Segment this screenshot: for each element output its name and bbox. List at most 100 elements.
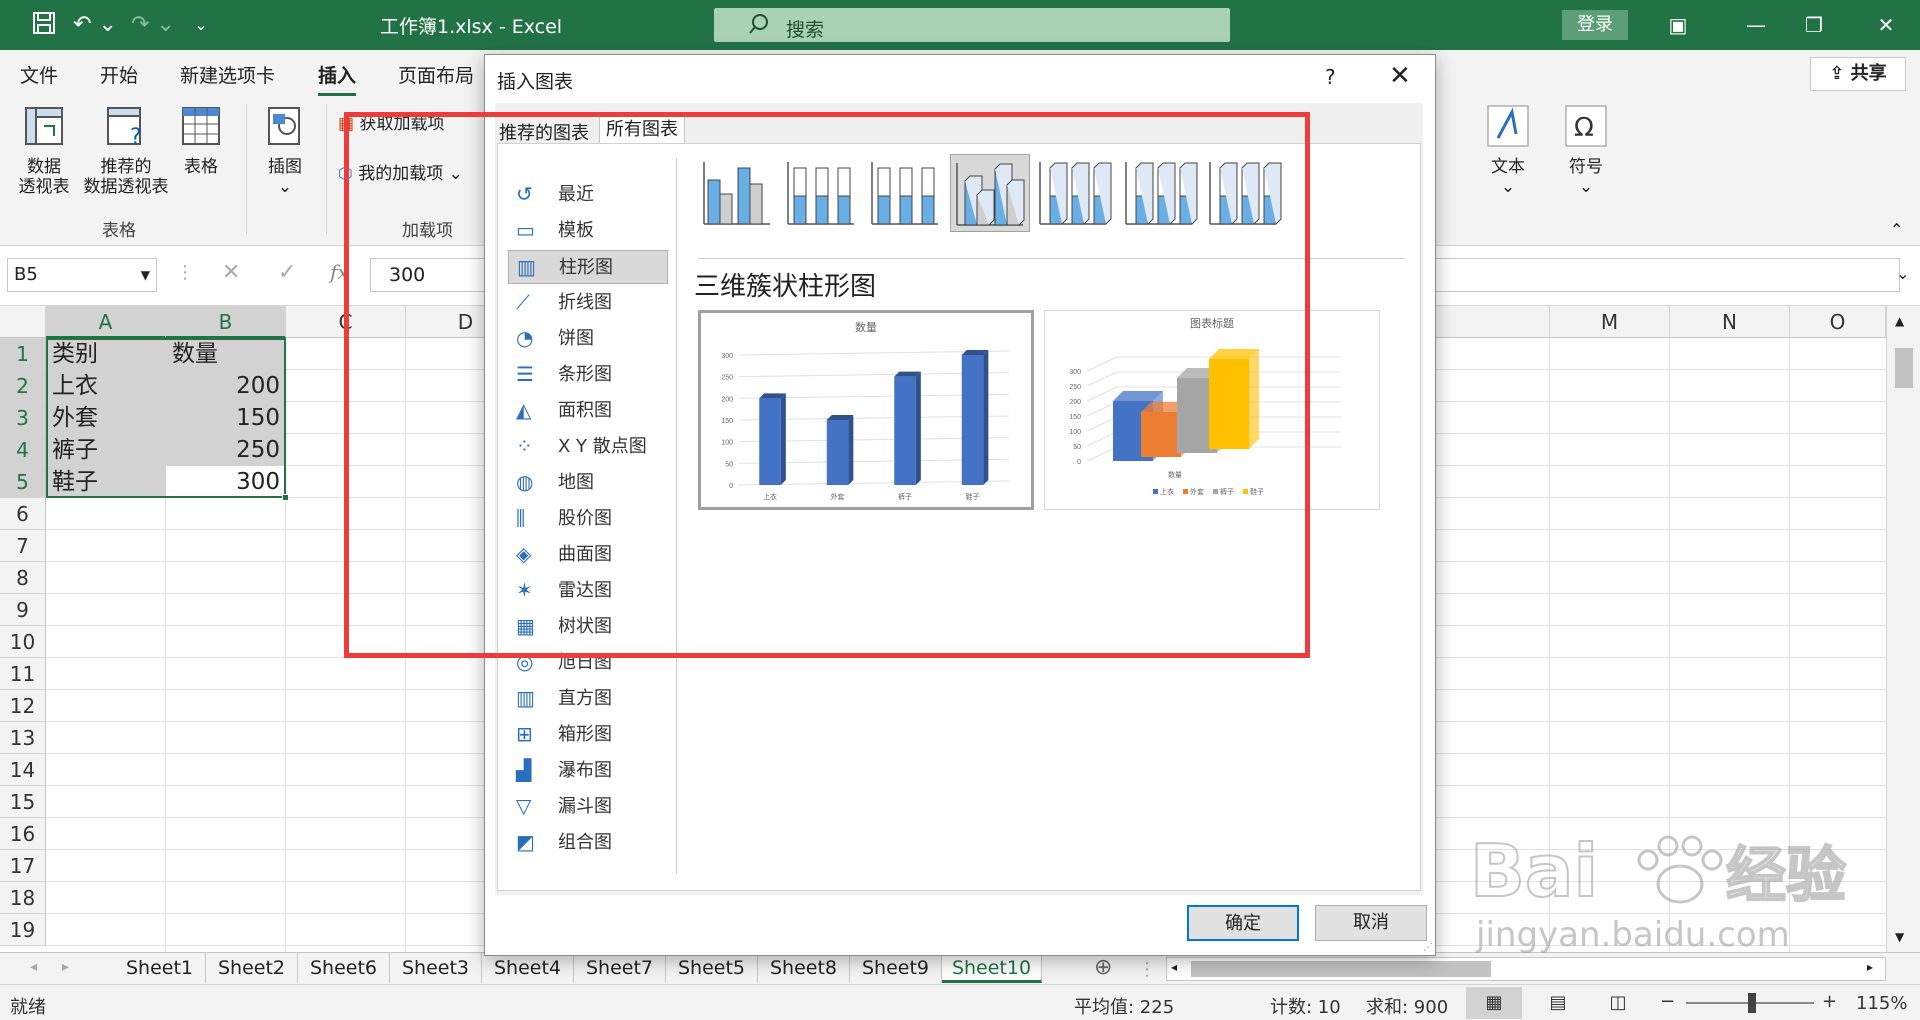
redo-icon[interactable]: ↷ ⌄ — [128, 10, 178, 40]
hscroll-thumb[interactable] — [1191, 961, 1491, 977]
chart-subtype-clustered-column[interactable] — [698, 154, 778, 232]
chart-category-item[interactable]: ⊞ 箱形图 — [508, 718, 668, 752]
row-header[interactable]: 10 — [0, 626, 46, 658]
chart-subtype-3d-stacked-100-column[interactable] — [1120, 154, 1200, 232]
chart-category-item[interactable]: ▥ 直方图 — [508, 682, 668, 716]
resize-grip-icon[interactable]: ⋰ — [1423, 942, 1433, 953]
dialog-close-icon[interactable]: ✕ — [1389, 61, 1411, 91]
minimize-icon[interactable]: — — [1736, 8, 1776, 42]
sheet-tab[interactable]: Sheet6 — [298, 953, 390, 983]
chart-category-item[interactable]: ◔ 饼图 — [508, 322, 668, 356]
close-icon[interactable]: ✕ — [1866, 8, 1906, 42]
chart-subtype-3d-clustered-column[interactable] — [950, 154, 1030, 232]
tab-recommended-charts[interactable]: 推荐的图表 — [499, 119, 589, 145]
row-header[interactable]: 2 — [0, 370, 46, 402]
chart-category-item[interactable]: ◍ 地图 — [508, 466, 668, 500]
confirm-entry-icon[interactable]: ✓ — [278, 260, 296, 285]
scroll-right-icon[interactable]: ▸ — [1867, 960, 1873, 974]
tab-file[interactable]: 文件 — [20, 61, 58, 88]
cell-a1[interactable]: 类别 — [48, 338, 164, 370]
scroll-left-icon[interactable]: ◂ — [1171, 960, 1177, 974]
cell-a4[interactable]: 裤子 — [48, 434, 164, 466]
row-header[interactable]: 8 — [0, 562, 46, 594]
collapse-ribbon-icon[interactable]: ⌃ — [1890, 220, 1903, 239]
my-addins-button[interactable]: ⬡ 我的加载项 ⌄ — [338, 164, 488, 184]
zoom-level[interactable]: 115% — [1856, 993, 1907, 1014]
cell-b2[interactable]: 200 — [168, 370, 284, 402]
help-icon[interactable]: ? — [1325, 65, 1336, 89]
column-header-l[interactable] — [1430, 306, 1550, 338]
next-sheet-icon[interactable]: ▸ — [62, 959, 69, 975]
row-header[interactable]: 7 — [0, 530, 46, 562]
cell-b1[interactable]: 数量 — [168, 338, 284, 370]
sheet-tab[interactable]: Sheet2 — [206, 953, 298, 983]
chart-subtype-3d-column[interactable] — [1204, 154, 1284, 232]
row-header[interactable]: 13 — [0, 722, 46, 754]
cell-a2[interactable]: 上衣 — [48, 370, 164, 402]
chart-category-item[interactable]: ◎ 旭日图 — [508, 646, 668, 680]
add-sheet-icon[interactable]: ⊕ — [1094, 955, 1112, 980]
chart-category-item[interactable]: ▦ 树状图 — [508, 610, 668, 644]
chart-category-item[interactable]: ◈ 曲面图 — [508, 538, 668, 572]
ribbon-display-icon[interactable]: ▣ — [1658, 8, 1698, 42]
undo-icon[interactable]: ↶ ⌄ — [70, 10, 120, 40]
sheet-tab[interactable]: Sheet7 — [574, 953, 666, 983]
row-header[interactable]: 16 — [0, 818, 46, 850]
chart-category-item[interactable]: ◭ 面积图 — [508, 394, 668, 428]
table-button[interactable]: 表格 — [176, 104, 226, 177]
zoom-slider-thumb[interactable] — [1748, 993, 1756, 1013]
expand-formula-icon[interactable]: ⌄ — [1896, 264, 1909, 283]
fx-icon[interactable]: fx — [330, 260, 349, 284]
cell-a3[interactable]: 外套 — [48, 402, 164, 434]
sheet-tab[interactable]: Sheet9 — [850, 953, 942, 983]
chart-category-item[interactable]: ▭ 模板 — [508, 214, 668, 248]
share-button[interactable]: ⇪ 共享 — [1810, 57, 1906, 91]
row-header[interactable]: 14 — [0, 754, 46, 786]
column-header-a[interactable]: A — [46, 306, 166, 338]
tab-page-layout[interactable]: 页面布局 — [398, 61, 474, 88]
cell-b3[interactable]: 150 — [168, 402, 284, 434]
chart-category-item[interactable]: ⟋ 折线图 — [508, 286, 668, 320]
row-header[interactable]: 17 — [0, 850, 46, 882]
sheet-tab[interactable]: Sheet1 — [114, 953, 206, 983]
row-header[interactable]: 1 — [0, 338, 46, 370]
chart-category-item[interactable]: ⫼ 股价图 — [508, 502, 668, 536]
normal-view-icon[interactable]: ▦ — [1466, 987, 1522, 1019]
cell-b4[interactable]: 250 — [168, 434, 284, 466]
login-button[interactable]: 登录 — [1562, 10, 1628, 40]
page-layout-view-icon[interactable]: ▤ — [1538, 987, 1578, 1019]
chart-subtype-3d-stacked-column[interactable] — [1034, 154, 1114, 232]
scroll-thumb[interactable] — [1895, 348, 1913, 388]
column-header-c[interactable]: C — [286, 306, 406, 338]
chart-preview-1[interactable]: 数量 0 50 100 150 200 250 300 上衣 外套 裤子 鞋子 — [698, 310, 1034, 510]
row-header[interactable]: 12 — [0, 690, 46, 722]
chart-subtype-stacked-100-column[interactable] — [866, 154, 946, 232]
chart-category-item[interactable]: ▥ 柱形图 — [508, 250, 668, 284]
sheet-tab[interactable]: Sheet8 — [758, 953, 850, 983]
ok-button[interactable]: 确定 — [1187, 905, 1299, 941]
scroll-up-icon[interactable]: ▲ — [1895, 314, 1904, 328]
search-box[interactable]: 搜索 — [714, 8, 1230, 42]
cancel-button[interactable]: 取消 — [1315, 905, 1427, 941]
name-box-dropdown-icon[interactable]: ▼ — [141, 259, 150, 291]
pivot-table-button[interactable]: 数据 透视表 — [10, 104, 78, 197]
sheet-tab[interactable]: Sheet4 — [482, 953, 574, 983]
illustrations-button[interactable]: 插图 ⌄ — [258, 104, 312, 197]
recommended-pivot-button[interactable]: ? 推荐的 数据透视表 — [76, 104, 176, 197]
row-header[interactable]: 18 — [0, 882, 46, 914]
prev-sheet-icon[interactable]: ◂ — [30, 959, 37, 975]
chart-category-item[interactable]: ▽ 漏斗图 — [508, 790, 668, 824]
zoom-out-icon[interactable]: − — [1660, 991, 1675, 1012]
customize-toolbar-icon[interactable]: ⌄ — [186, 10, 216, 40]
name-box[interactable]: B5 ▼ — [7, 258, 157, 292]
zoom-in-icon[interactable]: + — [1822, 991, 1837, 1012]
chart-category-item[interactable]: ⁘ X Y 散点图 — [508, 430, 668, 464]
get-addins-button[interactable]: ▦ 获取加载项 — [338, 114, 468, 134]
column-header-m[interactable]: M — [1550, 306, 1670, 338]
row-header[interactable]: 3 — [0, 402, 46, 434]
row-header[interactable]: 9 — [0, 594, 46, 626]
chart-category-item[interactable]: ☰ 条形图 — [508, 358, 668, 392]
column-header-b[interactable]: B — [166, 306, 286, 338]
chart-category-item[interactable]: ↺ 最近 — [508, 178, 668, 212]
column-header-o[interactable]: O — [1790, 306, 1886, 338]
